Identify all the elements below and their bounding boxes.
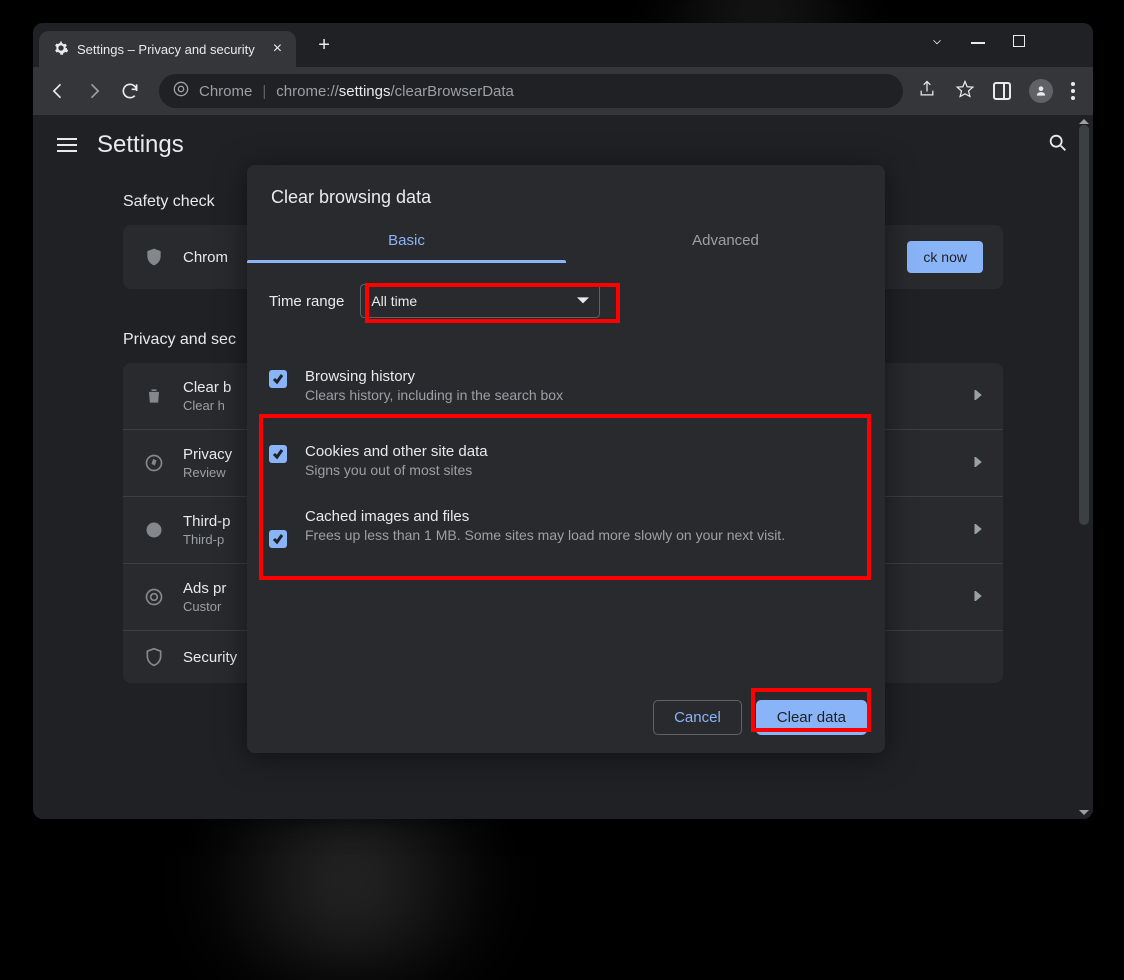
shield-icon	[143, 247, 165, 267]
time-range-value: All time	[371, 293, 417, 309]
chevron-right-icon	[973, 387, 983, 405]
tab-title: Settings – Privacy and security	[77, 42, 255, 57]
tab-close-button[interactable]: ×	[273, 41, 282, 57]
checkbox-cookies[interactable]: Cookies and other site data Signs you ou…	[269, 433, 863, 488]
target-icon	[143, 587, 165, 607]
clear-data-button[interactable]: Clear data	[756, 700, 867, 735]
chrome-icon	[173, 81, 189, 101]
url-bold: settings	[339, 83, 391, 100]
settings-app: Settings Safety check Chrom ck now Priva…	[33, 115, 1093, 819]
minimize-button[interactable]	[971, 35, 987, 56]
chrome-window: Settings – Privacy and security × + Chro…	[33, 23, 1093, 819]
check-now-button[interactable]: ck now	[907, 241, 983, 273]
share-icon[interactable]	[917, 79, 937, 104]
dialog-tabs: Basic Advanced	[247, 218, 885, 264]
chevron-right-icon	[973, 588, 983, 606]
back-button[interactable]	[43, 81, 73, 101]
search-settings-button[interactable]	[1047, 132, 1069, 159]
scheme-label: Chrome	[199, 83, 252, 100]
tab-search-button[interactable]	[929, 35, 945, 56]
chrome-menu-button[interactable]	[1071, 82, 1075, 100]
content-scrollbar[interactable]	[1077, 115, 1091, 819]
profile-avatar[interactable]	[1029, 79, 1053, 103]
tab-advanced[interactable]: Advanced	[566, 218, 885, 263]
reload-button[interactable]	[115, 81, 145, 101]
reader-mode-icon[interactable]	[993, 82, 1011, 100]
compass-icon	[143, 453, 165, 473]
checkbox-cached-files[interactable]: Cached images and files Frees up less th…	[269, 498, 863, 558]
security-icon	[143, 647, 165, 667]
browser-toolbar: Chrome | chrome://settings/clearBrowserD…	[33, 67, 1093, 115]
scroll-down-arrow[interactable]	[1077, 805, 1091, 819]
bookmark-star-icon[interactable]	[955, 79, 975, 104]
browser-tab[interactable]: Settings – Privacy and security ×	[39, 31, 296, 67]
dialog-footer: Cancel Clear data	[653, 700, 867, 735]
cancel-button[interactable]: Cancel	[653, 700, 742, 735]
window-close-button[interactable]	[1055, 35, 1071, 56]
omnibox[interactable]: Chrome | chrome://settings/clearBrowserD…	[159, 74, 903, 108]
titlebar: Settings – Privacy and security × +	[33, 23, 1093, 67]
chevron-down-icon	[577, 295, 589, 307]
checkbox-checked-icon	[269, 370, 287, 388]
checkbox-checked-icon	[269, 530, 287, 548]
tab-basic[interactable]: Basic	[247, 218, 566, 263]
chevron-right-icon	[973, 454, 983, 472]
chevron-right-icon	[973, 521, 983, 539]
trash-icon	[143, 386, 165, 406]
time-range-select[interactable]: All time	[360, 284, 600, 318]
checkbox-checked-icon	[269, 445, 287, 463]
dialog-body: Time range All time Browsing history Cle…	[247, 264, 885, 572]
gear-icon	[53, 40, 69, 59]
checkbox-browsing-history[interactable]: Browsing history Clears history, includi…	[269, 358, 863, 413]
clear-browsing-data-dialog: Clear browsing data Basic Advanced Time …	[247, 165, 885, 753]
page-title: Settings	[97, 131, 184, 159]
cookie-icon	[143, 520, 165, 540]
url-prefix: chrome://	[276, 83, 339, 100]
scrollbar-thumb[interactable]	[1079, 125, 1089, 525]
maximize-button[interactable]	[1013, 35, 1029, 56]
url-suffix: /clearBrowserData	[391, 83, 514, 100]
new-tab-button[interactable]: +	[310, 34, 338, 57]
dialog-title: Clear browsing data	[247, 165, 885, 218]
forward-button[interactable]	[79, 81, 109, 101]
window-controls	[929, 35, 1093, 56]
hamburger-menu-button[interactable]	[57, 138, 77, 152]
time-range-label: Time range	[269, 293, 344, 310]
